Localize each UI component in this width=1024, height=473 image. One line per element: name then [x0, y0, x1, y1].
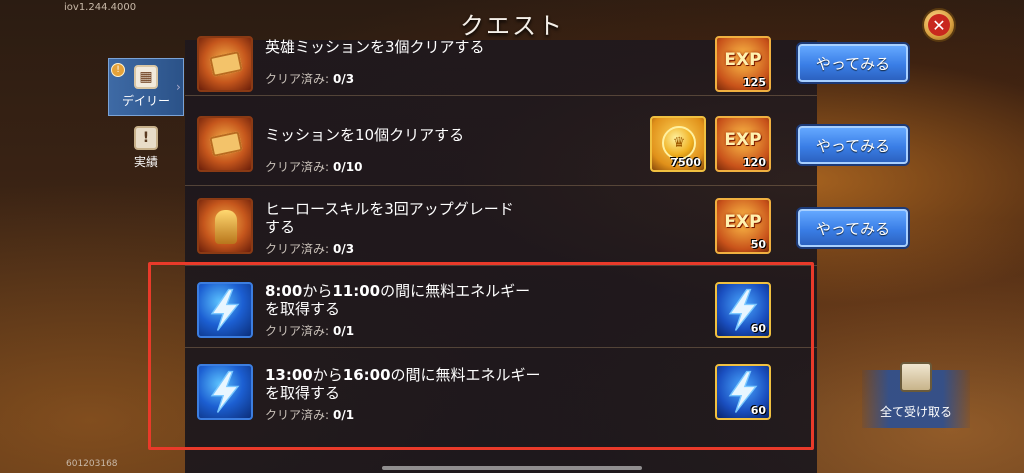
- calendar-icon: ▦: [134, 65, 158, 89]
- tab-achievements-label: 実績: [133, 155, 158, 169]
- quest-progress: クリア済み: 0/3: [265, 242, 355, 256]
- exp-label: EXP: [724, 130, 762, 150]
- quest-title: ヒーロースキルを3回アップグレード する: [265, 200, 514, 236]
- quest-progress: クリア済み: 0/3: [265, 72, 355, 86]
- quest-title: ミッションを10個クリアする: [265, 126, 465, 144]
- claim-all-label: 全て受け取る: [879, 405, 952, 419]
- coin-reward: ♛ 7500: [650, 116, 706, 172]
- go-button-quest-3[interactable]: やってみる: [798, 209, 908, 247]
- highlight-box: [148, 262, 814, 450]
- exp-reward: EXP 120: [715, 116, 771, 172]
- tab-daily-label: デイリー: [121, 94, 170, 108]
- close-icon: ✕: [928, 14, 950, 36]
- crown-coin-icon: ♛: [662, 126, 696, 160]
- exp-reward: EXP 125: [715, 36, 771, 92]
- exp-reward: EXP 50: [715, 198, 771, 254]
- tab-arrow-icon: ›: [176, 80, 181, 94]
- reward-amount: 120: [743, 156, 766, 169]
- notification-badge: !: [111, 63, 125, 77]
- hero-icon: [197, 198, 253, 254]
- scroll-icon: [197, 116, 253, 172]
- achievement-icon: !: [134, 126, 158, 150]
- go-button-quest-1[interactable]: やってみる: [798, 44, 908, 82]
- quest-row: ヒーロースキルを3回アップグレード する クリア済み: 0/3 EXP 50: [185, 188, 817, 266]
- reward-amount: 7500: [670, 156, 701, 169]
- close-button[interactable]: ✕: [922, 8, 956, 42]
- reward-amount: 125: [743, 76, 766, 89]
- tab-achievements[interactable]: ! 実績: [108, 120, 184, 175]
- scroll-icon: [197, 36, 253, 92]
- reward-amount: 50: [750, 238, 766, 251]
- quest-title: 英雄ミッションを3個クリアする: [265, 38, 485, 56]
- quest-row: ミッションを10個クリアする クリア済み: 0/10 ♛ 7500 EXP 120: [185, 108, 817, 186]
- home-indicator: [382, 466, 642, 470]
- claim-all-button[interactable]: 全て受け取る: [862, 362, 970, 428]
- go-button-quest-2[interactable]: やってみる: [798, 126, 908, 164]
- tab-daily[interactable]: ! ▦ デイリー: [108, 58, 184, 116]
- exp-label: EXP: [724, 50, 762, 70]
- quest-progress: クリア済み: 0/10: [265, 160, 363, 174]
- quest-row: 英雄ミッションを3個クリアする クリア済み: 0/3 EXP 125: [185, 34, 817, 96]
- exp-label: EXP: [724, 212, 762, 232]
- player-id: 601203168: [66, 459, 118, 469]
- chest-icon: [900, 362, 932, 392]
